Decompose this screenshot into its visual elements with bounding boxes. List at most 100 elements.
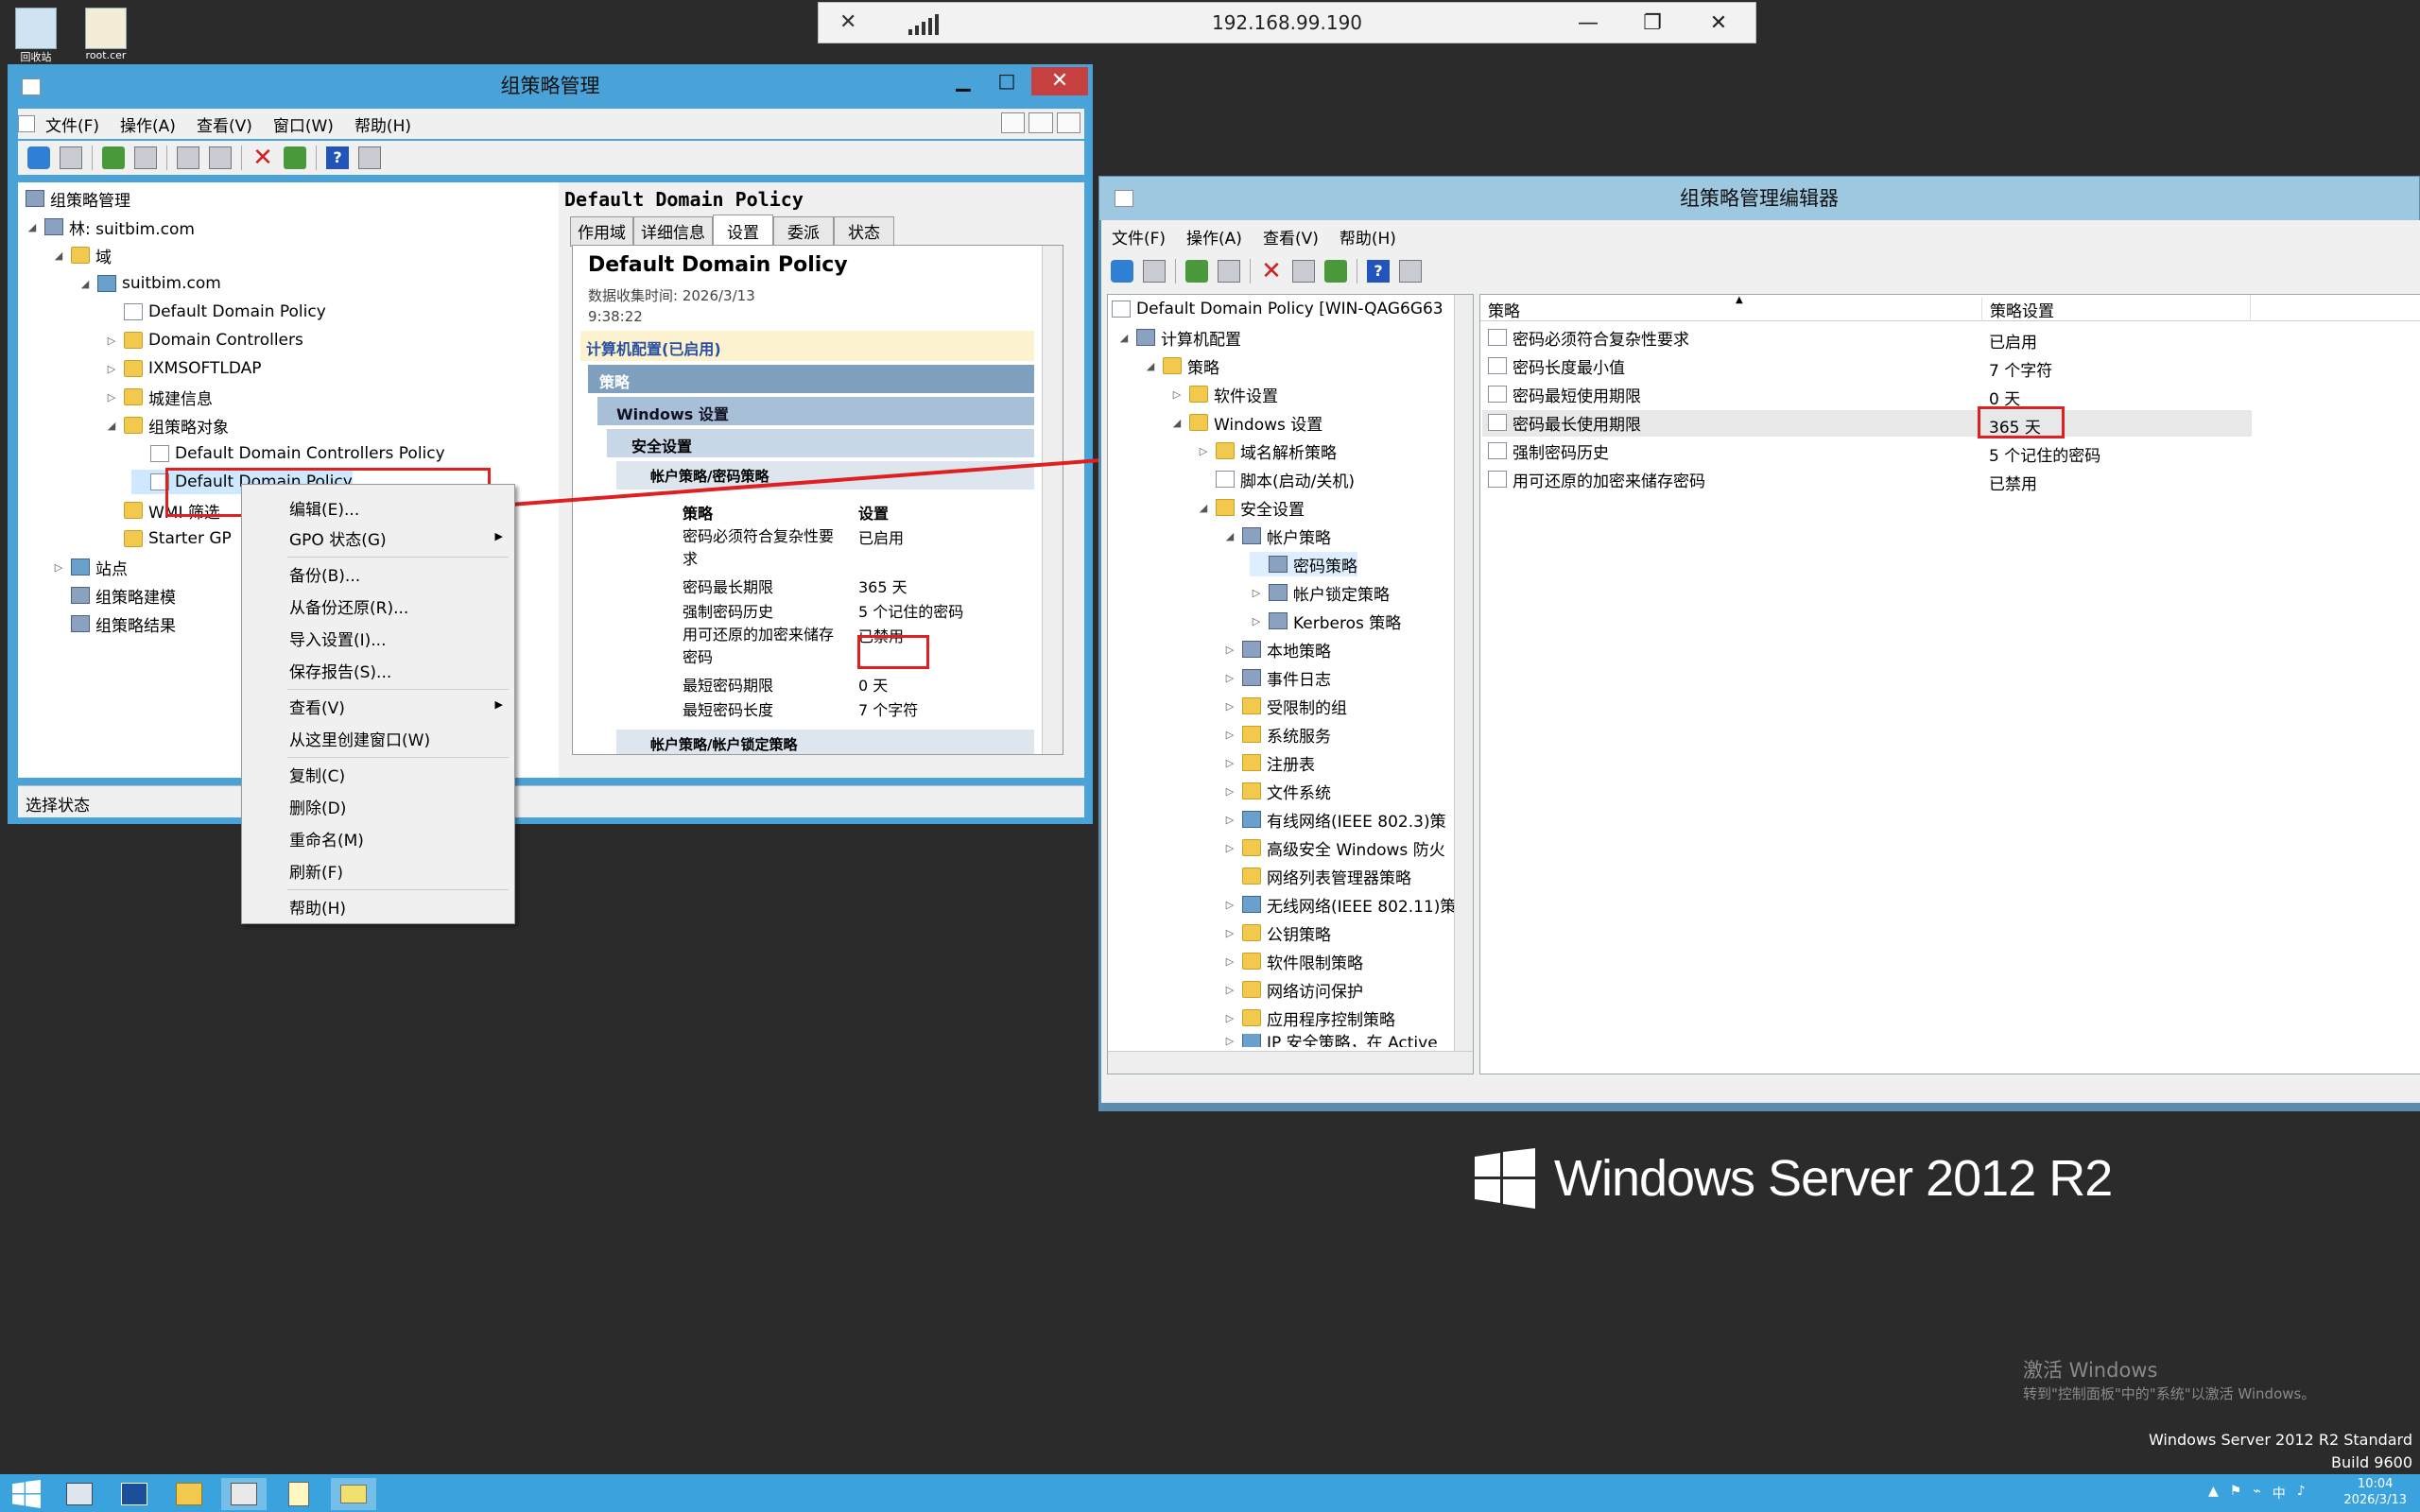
- copy-icon[interactable]: [177, 146, 199, 169]
- tree-ddcp[interactable]: Default Domain Controllers Policy: [131, 441, 445, 466]
- etree-root[interactable]: Default Domain Policy [WIN-QAG6G63: [1112, 297, 1443, 321]
- ctx-rename[interactable]: 重命名(M): [289, 827, 364, 850]
- etree-lockout[interactable]: ▷ 帐户锁定策略: [1250, 580, 1390, 605]
- tab-settings[interactable]: 设置: [713, 215, 773, 247]
- etree-software[interactable]: ▷ 软件设置: [1170, 382, 1278, 406]
- etree-restricted[interactable]: ▷ 受限制的组: [1223, 694, 1347, 718]
- menu-action[interactable]: 操作(A): [110, 112, 186, 136]
- etree-windows[interactable]: ◢ Windows 设置: [1170, 410, 1322, 435]
- editor-show-tree-icon[interactable]: [1218, 260, 1240, 283]
- tree-gpmc-root[interactable]: 组策略管理: [26, 186, 130, 211]
- properties-icon[interactable]: [358, 146, 381, 169]
- ctx-help[interactable]: 帮助(H): [289, 895, 346, 919]
- editor-view-icon[interactable]: [1399, 260, 1422, 283]
- tray-ime-icon[interactable]: 中: [2273, 1484, 2286, 1503]
- editor-menu-action[interactable]: 操作(A): [1176, 225, 1253, 249]
- paste-icon[interactable]: [209, 146, 232, 169]
- etree-vscroll[interactable]: [1454, 295, 1473, 1051]
- gpmc-close-button[interactable]: ✕: [1031, 67, 1088, 95]
- tab-status[interactable]: 状态: [834, 216, 894, 247]
- ctx-gpo-status[interactable]: GPO 状态(G): [289, 526, 387, 550]
- ctx-new-window[interactable]: 从这里创建窗口(W): [289, 727, 430, 750]
- editor-properties-icon[interactable]: [1292, 260, 1315, 283]
- menu-view[interactable]: 查看(V): [186, 112, 263, 136]
- etree-password[interactable]: 密码策略: [1250, 552, 1357, 576]
- etree-kerberos[interactable]: ▷ Kerberos 策略: [1250, 609, 1401, 633]
- ctx-backup[interactable]: 备份(B)...: [289, 562, 360, 586]
- account-password-bar[interactable]: 帐户策略/密码策略: [616, 461, 1034, 490]
- windows-settings-bar[interactable]: Windows 设置: [597, 397, 1034, 425]
- rdp-close-button[interactable]: ✕: [1698, 9, 1739, 39]
- delete-icon[interactable]: ✕: [251, 146, 274, 170]
- editor-delete-icon[interactable]: ✕: [1260, 259, 1283, 284]
- up-icon[interactable]: [102, 146, 125, 169]
- etree-wired[interactable]: ▷ 有线网络(IEEE 802.3)策: [1223, 807, 1446, 832]
- etree-netlist[interactable]: 网络列表管理器策略: [1223, 864, 1411, 888]
- etree-security[interactable]: ◢ 安全设置: [1197, 495, 1305, 520]
- menu-file[interactable]: 文件(F): [35, 112, 110, 136]
- tab-delegation[interactable]: 委派: [773, 216, 834, 247]
- policy-row-minlen[interactable]: 密码长度最小值: [1488, 353, 1625, 378]
- etree-dns[interactable]: ▷ 域名解析策略: [1197, 438, 1337, 463]
- etree-ipsec[interactable]: ▷ IP 安全策略，在 Active: [1223, 1034, 1438, 1047]
- forward-icon[interactable]: [60, 146, 82, 169]
- editor-back-icon[interactable]: [1111, 260, 1133, 283]
- rdp-minimize-button[interactable]: —: [1567, 9, 1609, 39]
- tray-network-icon[interactable]: ⌁: [2253, 1484, 2260, 1503]
- tree-gpo-container[interactable]: ◢ 组策略对象: [105, 413, 229, 438]
- ctx-edit[interactable]: 编辑(E)...: [289, 496, 359, 520]
- computer-config-bar[interactable]: 计算机配置(已启用): [580, 331, 1034, 361]
- powershell-icon[interactable]: [112, 1478, 157, 1510]
- etree-nap[interactable]: ▷ 网络访问保护: [1223, 977, 1363, 1002]
- etree-filesystem[interactable]: ▷ 文件系统: [1223, 779, 1331, 803]
- show-tree-icon[interactable]: [134, 146, 157, 169]
- recycle-bin-icon[interactable]: 回收站: [6, 8, 66, 64]
- clock[interactable]: 10:04 2026/3/13: [2343, 1476, 2407, 1508]
- policy-row-complexity[interactable]: 密码必须符合复杂性要求: [1488, 325, 1689, 350]
- editor-up-icon[interactable]: [1185, 260, 1208, 283]
- policy-row-maxage[interactable]: 密码最长使用期限: [1488, 410, 1641, 435]
- etree-policies[interactable]: ◢ 策略: [1144, 353, 1219, 378]
- etree-account[interactable]: ◢ 帐户策略: [1223, 524, 1331, 548]
- editor-export-icon[interactable]: [1324, 260, 1347, 283]
- help-icon[interactable]: ?: [326, 146, 349, 169]
- editor-menu-view[interactable]: 查看(V): [1253, 225, 1329, 249]
- rdp-restore-button[interactable]: ❐: [1632, 9, 1673, 39]
- mdi-controls[interactable]: [1001, 112, 1080, 133]
- tray-volume-icon[interactable]: ♪: [2297, 1484, 2306, 1503]
- etree-local[interactable]: ▷ 本地策略: [1223, 637, 1331, 662]
- etree-swrestrict[interactable]: ▷ 软件限制策略: [1223, 949, 1363, 973]
- tree-domain-controllers[interactable]: ▷ Domain Controllers: [105, 328, 303, 352]
- etree-applocker[interactable]: ▷ 应用程序控制策略: [1223, 1005, 1395, 1030]
- etree-wireless[interactable]: ▷ 无线网络(IEEE 802.11)策: [1223, 892, 1456, 917]
- refresh-icon[interactable]: [284, 146, 306, 169]
- account-lockout-bar[interactable]: 帐户策略/帐户锁定策略: [616, 730, 1034, 754]
- ctx-restore[interactable]: 从备份还原(R)...: [289, 594, 408, 618]
- menu-window[interactable]: 窗口(W): [263, 112, 344, 136]
- report-scrollbar[interactable]: [1042, 246, 1063, 754]
- etree-hscroll[interactable]: [1108, 1051, 1473, 1074]
- ctx-save-report[interactable]: 保存报告(S)...: [289, 659, 391, 682]
- certificate-file-icon[interactable]: root.cer: [76, 8, 136, 61]
- ctx-import[interactable]: 导入设置(I)...: [289, 627, 387, 650]
- editor-menu-file[interactable]: 文件(F): [1101, 225, 1176, 249]
- tree-starter[interactable]: Starter GP: [105, 526, 232, 551]
- tree-ddp-link[interactable]: Default Domain Policy: [105, 300, 326, 324]
- ctx-refresh[interactable]: 刷新(F): [289, 859, 343, 883]
- etree-registry[interactable]: ▷ 注册表: [1223, 750, 1315, 775]
- etree-scripts[interactable]: 脚本(启动/关机): [1197, 467, 1355, 491]
- etree-pubkey[interactable]: ▷ 公钥策略: [1223, 920, 1331, 945]
- col-policy[interactable]: 策略: [1488, 298, 1520, 321]
- ctx-view[interactable]: 查看(V): [289, 695, 345, 718]
- gpmc-maximize-button[interactable]: □: [988, 69, 1026, 95]
- etree-computer[interactable]: ◢ 计算机配置: [1117, 325, 1241, 350]
- start-button[interactable]: [4, 1478, 49, 1510]
- gpmc-taskbar-icon[interactable]: [221, 1478, 267, 1510]
- ctx-delete[interactable]: 删除(D): [289, 795, 346, 818]
- gpmc-minimize-button[interactable]: ▁: [944, 69, 982, 95]
- editor-help-icon[interactable]: ?: [1367, 260, 1390, 283]
- tree-sites[interactable]: ▷ 站点: [52, 555, 128, 579]
- tree-modeling[interactable]: 组策略建模: [71, 583, 176, 608]
- tab-scope[interactable]: 作用域: [570, 216, 633, 247]
- policy-row-history[interactable]: 强制密码历史: [1488, 438, 1609, 463]
